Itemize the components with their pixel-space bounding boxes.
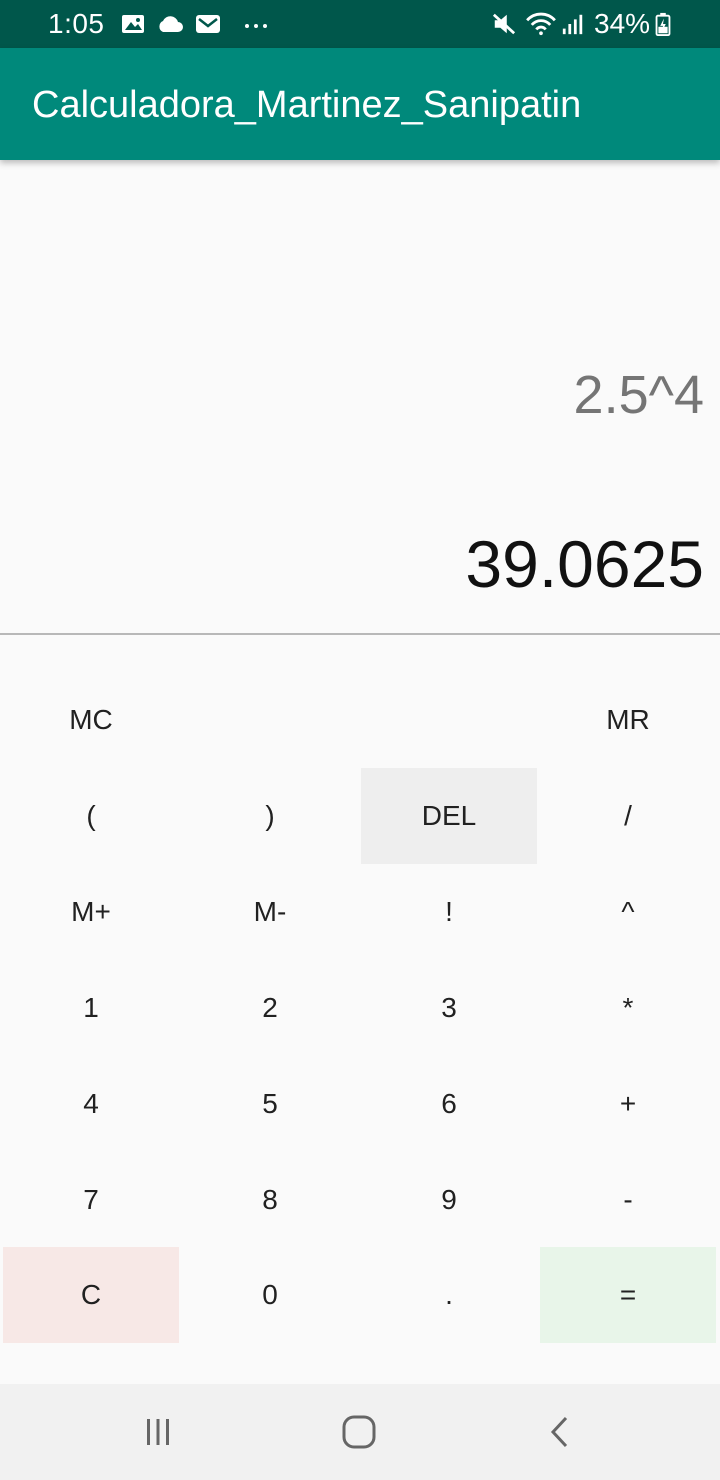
back-icon — [550, 1416, 568, 1448]
clear-button[interactable]: C — [3, 1247, 179, 1343]
navigation-bar — [0, 1384, 720, 1480]
cloud-icon — [159, 16, 183, 32]
home-button[interactable] — [299, 1384, 419, 1480]
home-icon — [342, 1415, 376, 1449]
recent-apps-button[interactable] — [98, 1384, 218, 1480]
close-paren-button[interactable]: ) — [182, 768, 358, 864]
digit-6-button[interactable]: 6 — [361, 1056, 537, 1152]
status-time: 1:05 — [48, 8, 105, 39]
minus-button[interactable]: - — [540, 1152, 716, 1248]
digit-5-button[interactable]: 5 — [182, 1056, 358, 1152]
more-notifications-icon — [245, 24, 267, 28]
result-display: 39.0625 — [465, 527, 704, 601]
status-bar: 1:05 34% — [0, 0, 720, 48]
power-button[interactable]: ^ — [540, 864, 716, 960]
divide-button[interactable]: / — [540, 768, 716, 864]
app-title: Calculadora_Martinez_Sanipatin — [32, 84, 582, 126]
memory-clear-button[interactable]: MC — [3, 672, 179, 768]
decimal-button[interactable]: . — [361, 1247, 537, 1343]
delete-button[interactable]: DEL — [361, 768, 537, 864]
display-divider — [0, 633, 720, 635]
digit-1-button[interactable]: 1 — [3, 960, 179, 1056]
expression-display: 2.5^4 — [573, 365, 704, 425]
factorial-button[interactable]: ! — [361, 864, 537, 960]
memory-subtract-button[interactable]: M- — [182, 864, 358, 960]
digit-7-button[interactable]: 7 — [3, 1152, 179, 1248]
open-paren-button[interactable]: ( — [3, 768, 179, 864]
wifi-icon — [526, 12, 556, 36]
digit-0-button[interactable]: 0 — [182, 1247, 358, 1343]
signal-icon — [562, 14, 583, 35]
digit-2-button[interactable]: 2 — [182, 960, 358, 1056]
back-button[interactable] — [500, 1384, 620, 1480]
digit-3-button[interactable]: 3 — [361, 960, 537, 1056]
gallery-icon — [122, 15, 144, 33]
battery-icon — [655, 12, 671, 36]
plus-button[interactable]: + — [540, 1056, 716, 1152]
digit-4-button[interactable]: 4 — [3, 1056, 179, 1152]
battery-percent: 34% — [594, 8, 651, 39]
memory-recall-button[interactable]: MR — [540, 672, 716, 768]
mute-icon — [492, 13, 516, 35]
digit-8-button[interactable]: 8 — [182, 1152, 358, 1248]
mail-icon — [196, 15, 220, 33]
digit-9-button[interactable]: 9 — [361, 1152, 537, 1248]
memory-add-button[interactable]: M+ — [3, 864, 179, 960]
recent-apps-icon — [147, 1419, 169, 1445]
app-bar: Calculadora_Martinez_Sanipatin — [0, 48, 720, 160]
equals-button[interactable]: = — [540, 1247, 716, 1343]
multiply-button[interactable]: * — [540, 960, 716, 1056]
